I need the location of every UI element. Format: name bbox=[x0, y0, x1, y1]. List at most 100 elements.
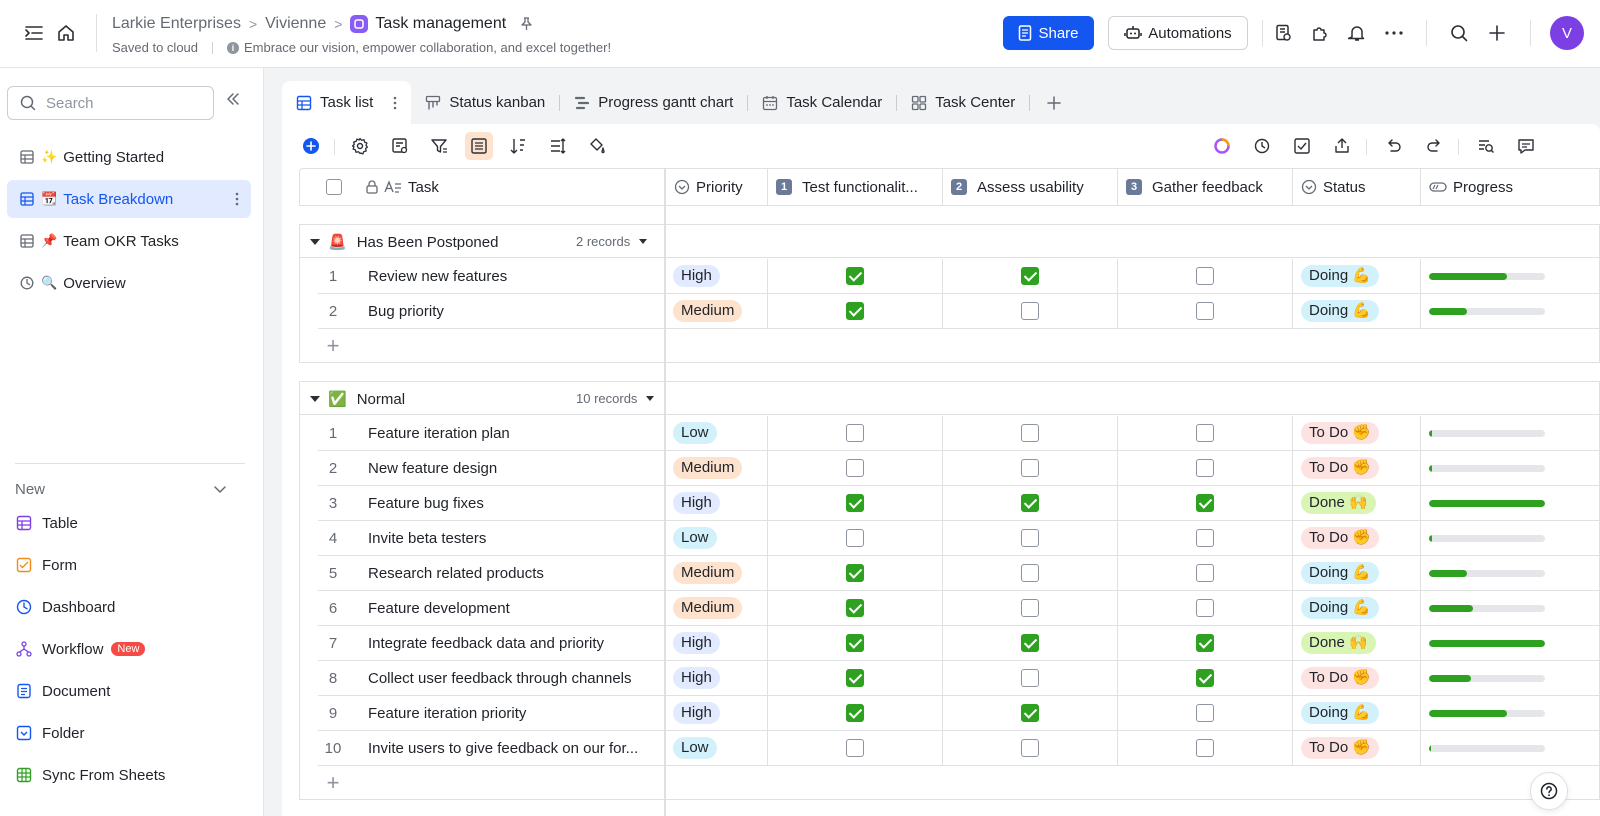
status-cell[interactable]: To Do ✊ bbox=[1293, 451, 1421, 485]
breadcrumb-current[interactable]: Task management bbox=[350, 15, 506, 33]
table-row[interactable]: 7 Integrate feedback data and priority Hig… bbox=[318, 626, 1599, 661]
help-button[interactable] bbox=[1530, 772, 1568, 810]
add-icon[interactable] bbox=[1483, 19, 1511, 47]
unchecked-checkbox[interactable] bbox=[1021, 599, 1039, 617]
comments-icon[interactable] bbox=[1512, 132, 1540, 160]
status-cell[interactable]: Doing 💪 bbox=[1293, 696, 1421, 730]
add-record-icon[interactable] bbox=[297, 132, 325, 160]
task-cell[interactable]: Integrate feedback data and priority bbox=[368, 626, 665, 660]
share-button[interactable]: Share bbox=[1003, 16, 1094, 50]
unchecked-checkbox[interactable] bbox=[1196, 564, 1214, 582]
priority-cell[interactable]: Low bbox=[667, 731, 768, 765]
chevron-down-icon[interactable] bbox=[212, 481, 228, 497]
document-title[interactable]: Task management bbox=[375, 15, 506, 33]
checked-checkbox[interactable] bbox=[846, 599, 864, 617]
priority-cell[interactable]: High bbox=[667, 486, 768, 520]
task-cell[interactable]: Feature iteration priority bbox=[368, 696, 665, 730]
progress-cell[interactable] bbox=[1421, 521, 1600, 555]
row-height-icon[interactable] bbox=[544, 132, 572, 160]
unchecked-checkbox[interactable] bbox=[1021, 302, 1039, 320]
checked-checkbox[interactable] bbox=[846, 669, 864, 687]
plugin-icon[interactable] bbox=[1306, 19, 1334, 47]
home-icon[interactable] bbox=[52, 19, 80, 47]
collapse-caret-icon[interactable] bbox=[310, 239, 320, 245]
priority-cell[interactable]: High bbox=[667, 259, 768, 293]
column-header-task[interactable]: Task bbox=[358, 169, 664, 205]
tab-progress-gantt[interactable]: Progress gantt chart bbox=[560, 81, 747, 124]
breadcrumb-workspace[interactable]: Larkie Enterprises bbox=[112, 15, 241, 33]
doc-info-icon[interactable] bbox=[1269, 19, 1297, 47]
progress-cell[interactable] bbox=[1421, 661, 1600, 695]
table-row[interactable]: 9 Feature iteration priority High Doing 💪 bbox=[318, 696, 1599, 731]
undo-icon[interactable] bbox=[1380, 132, 1408, 160]
column-header-priority[interactable]: Priority bbox=[666, 169, 768, 205]
priority-cell[interactable]: High bbox=[667, 661, 768, 695]
table-row[interactable]: 5 Research related products Medium Doing 💪 bbox=[318, 556, 1599, 591]
new-workflow-item[interactable]: Workflow New bbox=[15, 637, 146, 661]
group-record-count[interactable]: 10 records bbox=[576, 391, 655, 406]
status-cell[interactable]: Doing 💪 bbox=[1293, 591, 1421, 625]
unchecked-checkbox[interactable] bbox=[1021, 424, 1039, 442]
status-cell[interactable]: Doing 💪 bbox=[1293, 294, 1421, 328]
new-folder-item[interactable]: Folder bbox=[15, 721, 85, 745]
more-options-icon[interactable] bbox=[1380, 19, 1408, 47]
table-row[interactable]: 2 Bug priority Medium Doing 💪 bbox=[318, 294, 1599, 329]
checked-checkbox[interactable] bbox=[1021, 704, 1039, 722]
table-row[interactable]: 1 Review new features High Doing 💪 bbox=[318, 259, 1599, 294]
task-cell[interactable]: Research related products bbox=[368, 556, 665, 590]
unchecked-checkbox[interactable] bbox=[1021, 459, 1039, 477]
group-header[interactable]: 🚨 Has Been Postponed 2 records bbox=[300, 225, 1599, 258]
add-view-button[interactable] bbox=[1030, 81, 1078, 124]
checked-checkbox[interactable] bbox=[846, 302, 864, 320]
tab-task-center[interactable]: Task Center bbox=[897, 81, 1029, 124]
unchecked-checkbox[interactable] bbox=[1196, 529, 1214, 547]
new-form-item[interactable]: Form bbox=[15, 553, 77, 577]
priority-cell[interactable]: High bbox=[667, 626, 768, 660]
status-cell[interactable]: Doing 💪 bbox=[1293, 556, 1421, 590]
unchecked-checkbox[interactable] bbox=[1021, 529, 1039, 547]
new-sync-sheets-item[interactable]: Sync From Sheets bbox=[15, 763, 165, 787]
status-cell[interactable]: Done 🙌 bbox=[1293, 626, 1421, 660]
progress-cell[interactable] bbox=[1421, 626, 1600, 660]
unchecked-checkbox[interactable] bbox=[1196, 704, 1214, 722]
ai-assistant-icon[interactable] bbox=[1208, 132, 1236, 160]
status-cell[interactable]: Done 🙌 bbox=[1293, 486, 1421, 520]
progress-cell[interactable] bbox=[1421, 556, 1600, 590]
history-icon[interactable] bbox=[1248, 132, 1276, 160]
checked-checkbox[interactable] bbox=[1196, 494, 1214, 512]
checked-checkbox[interactable] bbox=[1021, 267, 1039, 285]
search-input[interactable]: Search bbox=[7, 86, 214, 120]
checked-checkbox[interactable] bbox=[1021, 634, 1039, 652]
status-cell[interactable]: To Do ✊ bbox=[1293, 521, 1421, 555]
sidebar-item-overview[interactable]: 🔍 Overview bbox=[7, 264, 251, 302]
progress-cell[interactable] bbox=[1421, 731, 1600, 765]
progress-cell[interactable] bbox=[1421, 416, 1600, 450]
unchecked-checkbox[interactable] bbox=[846, 424, 864, 442]
breadcrumb-folder[interactable]: Vivienne bbox=[265, 15, 326, 33]
column-header-progress[interactable]: Progress bbox=[1421, 169, 1600, 205]
sidebar-item-team-okr[interactable]: 📌 Team OKR Tasks bbox=[7, 222, 251, 260]
automations-button[interactable]: Automations bbox=[1108, 16, 1248, 50]
group-header[interactable]: ✅ Normal 10 records bbox=[300, 382, 1599, 415]
column-header-test-functionality[interactable]: 1 Test functionalit... bbox=[768, 169, 943, 205]
pin-icon[interactable] bbox=[520, 17, 533, 31]
add-record-button[interactable]: + bbox=[318, 766, 348, 800]
unchecked-checkbox[interactable] bbox=[846, 529, 864, 547]
priority-cell[interactable]: Medium bbox=[667, 591, 768, 625]
checked-checkbox[interactable] bbox=[1196, 634, 1214, 652]
column-header-status[interactable]: Status bbox=[1293, 169, 1421, 205]
new-table-item[interactable]: Table bbox=[15, 511, 78, 535]
unchecked-checkbox[interactable] bbox=[1021, 564, 1039, 582]
checked-checkbox[interactable] bbox=[846, 564, 864, 582]
column-header-assess-usability[interactable]: 2 Assess usability bbox=[943, 169, 1118, 205]
unchecked-checkbox[interactable] bbox=[1196, 267, 1214, 285]
task-cell[interactable]: New feature design bbox=[368, 451, 665, 485]
user-avatar[interactable]: V bbox=[1550, 16, 1584, 50]
sidebar-item-task-breakdown[interactable]: 📆 Task Breakdown bbox=[7, 180, 251, 218]
table-row[interactable]: 6 Feature development Medium Doing 💪 bbox=[318, 591, 1599, 626]
checked-checkbox[interactable] bbox=[846, 704, 864, 722]
checked-checkbox[interactable] bbox=[1196, 669, 1214, 687]
notification-bell-icon[interactable] bbox=[1343, 19, 1371, 47]
task-cell[interactable]: Feature bug fixes bbox=[368, 486, 665, 520]
tab-task-calendar[interactable]: Task Calendar bbox=[748, 81, 896, 124]
